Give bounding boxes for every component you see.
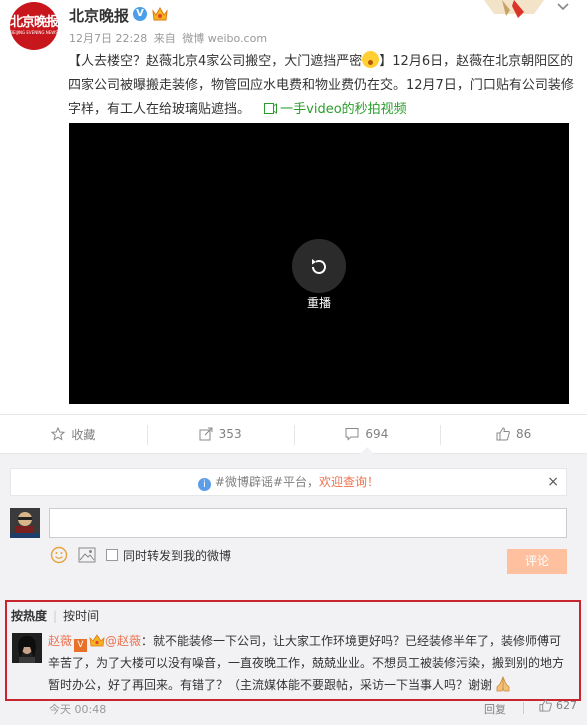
thumbs-up-icon	[539, 699, 552, 712]
author-avatar[interactable]: 北京晚报 BEIJING EVENING NEWS	[10, 2, 58, 50]
collect-label: 收藏	[71, 427, 96, 442]
avatar-logo-text: 北京晚报	[10, 15, 58, 30]
image-upload-icon[interactable]	[78, 547, 96, 563]
notice-text: #微博辟谣#平台，	[214, 475, 320, 489]
comment-count: 694	[365, 427, 389, 441]
crown-icon	[152, 6, 168, 21]
comment-list: 按热度 | 按时间 赵薇 V @赵薇：就不能装修一下公司，让大家工作环境更好吗？已经装修…	[5, 600, 581, 701]
like-button[interactable]: 86	[440, 415, 587, 453]
info-icon: i	[197, 478, 211, 491]
repost-checkbox[interactable]	[106, 549, 118, 561]
replay-icon	[312, 259, 326, 274]
commenter-name[interactable]: 赵薇	[48, 634, 72, 648]
shocked-emoji-icon	[362, 51, 380, 68]
video-player[interactable]: 重播	[69, 123, 569, 404]
repost-checkbox-label: 同时转发到我的微博	[123, 548, 232, 563]
repost-icon	[199, 427, 213, 441]
video-link-label: 一手video的秒拍视频	[280, 102, 407, 117]
chevron-down-icon[interactable]	[556, 0, 570, 14]
star-icon	[51, 427, 66, 441]
comment-input[interactable]	[49, 508, 567, 538]
author-name[interactable]: 北京晚报	[69, 5, 129, 26]
replay-label: 重播	[306, 296, 331, 310]
rumor-notice: i #微博辟谣#平台，欢迎查询！ ×	[10, 468, 567, 496]
weibo-post-page: 北京晚报 BEIJING EVENING NEWS 北京晚报 V 12月7日 2…	[0, 0, 587, 725]
reply-button[interactable]: 回复	[484, 701, 506, 717]
source-prefix: 来自	[153, 32, 176, 45]
reply-to-mention[interactable]: @赵薇	[105, 634, 141, 648]
comment-sort: 按热度 | 按时间	[11, 609, 100, 623]
comment-like-button[interactable]: 627	[539, 699, 577, 712]
sort-time-tab[interactable]: 按时间	[63, 609, 99, 623]
comment-avatar[interactable]	[12, 633, 42, 663]
post-meta: 12月7日 22:28 来自 微博 weibo.com	[69, 30, 270, 46]
collect-button[interactable]: 收藏	[0, 415, 147, 453]
notice-link[interactable]: 欢迎查询！	[319, 475, 379, 489]
verified-badge-icon: V	[74, 639, 88, 652]
repost-count: 353	[218, 427, 242, 441]
member-crown-icon	[89, 634, 105, 647]
comment-icon	[345, 428, 359, 441]
post-content: 【人去楼空？赵薇北京4家公司搬空，大门遮挡严密 】12月6日，赵薇在北京朝阳区的四…	[68, 50, 574, 122]
thumbs-up-icon	[496, 427, 510, 441]
post-source[interactable]: 微博 weibo.com	[182, 32, 267, 45]
emoji-picker-icon[interactable]	[50, 546, 68, 564]
avatar-logo-subtext: BEIJING EVENING NEWS	[10, 30, 58, 35]
action-bar: 收藏 353 694 86	[0, 414, 587, 454]
post-text-part1: 【人去楼空？赵薇北京4家公司搬空，大门遮挡严密	[68, 54, 363, 69]
repost-button[interactable]: 353	[146, 415, 294, 453]
video-link[interactable]: 一手video的秒拍视频	[264, 102, 407, 117]
sort-hot-tab[interactable]: 按热度	[11, 609, 47, 623]
my-avatar-image	[10, 508, 40, 538]
comment-text: 赵薇 V @赵薇：就不能装修一下公司，让大家工作环境更好吗？已经装修半年了，装修师傅…	[48, 630, 573, 696]
comment-time: 今天 00:48	[49, 703, 107, 716]
commenter-avatar-image	[12, 633, 42, 663]
post-time[interactable]: 12月7日 22:28	[69, 32, 147, 45]
close-icon[interactable]: ×	[547, 469, 559, 495]
comment-footer: 今天 00:48 回复 627	[49, 698, 577, 720]
banner-decoration	[484, 0, 544, 18]
comment-tools: 同时转发到我的微博	[50, 546, 231, 564]
comment-button[interactable]: 694	[293, 415, 441, 454]
verified-icon: V	[133, 7, 147, 21]
video-icon	[264, 103, 278, 114]
submit-comment-button[interactable]: 评论	[507, 549, 567, 574]
my-avatar[interactable]	[10, 508, 40, 538]
replay-button[interactable]	[292, 239, 346, 293]
praying-hands-icon	[496, 675, 510, 692]
like-count: 86	[515, 427, 532, 441]
comment-like-count: 627	[556, 699, 577, 712]
